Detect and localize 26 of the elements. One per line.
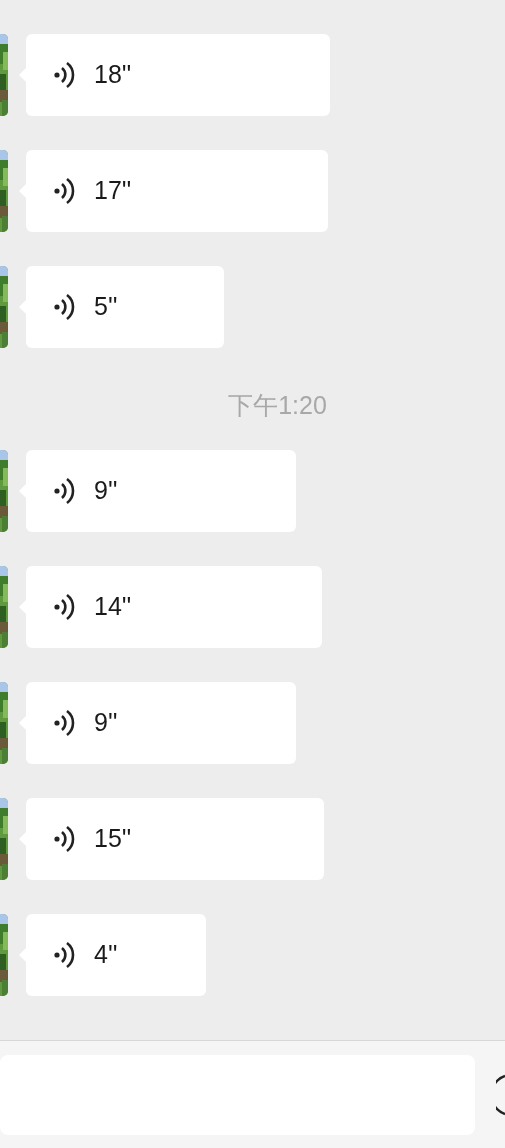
voice-duration: 9''	[94, 475, 118, 507]
voice-message-bubble[interactable]: 18''	[26, 34, 330, 116]
timestamp: 下午1:20	[228, 390, 327, 422]
voice-toggle-icon[interactable]	[496, 1073, 505, 1116]
voice-wave-icon	[54, 593, 76, 621]
voice-message-bubble[interactable]: 9''	[26, 450, 296, 532]
voice-wave-icon	[54, 709, 76, 737]
voice-duration: 15''	[94, 823, 132, 855]
voice-duration: 18''	[94, 59, 132, 91]
voice-message-bubble[interactable]: 14''	[26, 566, 322, 648]
voice-message-bubble[interactable]: 9''	[26, 682, 296, 764]
voice-message-bubble[interactable]: 4''	[26, 914, 206, 996]
voice-duration: 4''	[94, 939, 118, 971]
voice-duration: 14''	[94, 591, 132, 623]
voice-message-bubble[interactable]: 15''	[26, 798, 324, 880]
voice-duration: 5''	[94, 291, 118, 323]
voice-wave-icon	[54, 61, 76, 89]
voice-wave-icon	[54, 477, 76, 505]
voice-wave-icon	[54, 177, 76, 205]
voice-wave-icon	[54, 293, 76, 321]
voice-message-bubble[interactable]: 17''	[26, 150, 328, 232]
voice-wave-icon	[54, 941, 76, 969]
voice-duration: 17''	[94, 175, 132, 207]
voice-message-bubble[interactable]: 5''	[26, 266, 224, 348]
voice-wave-icon	[54, 825, 76, 853]
voice-duration: 9''	[94, 707, 118, 739]
